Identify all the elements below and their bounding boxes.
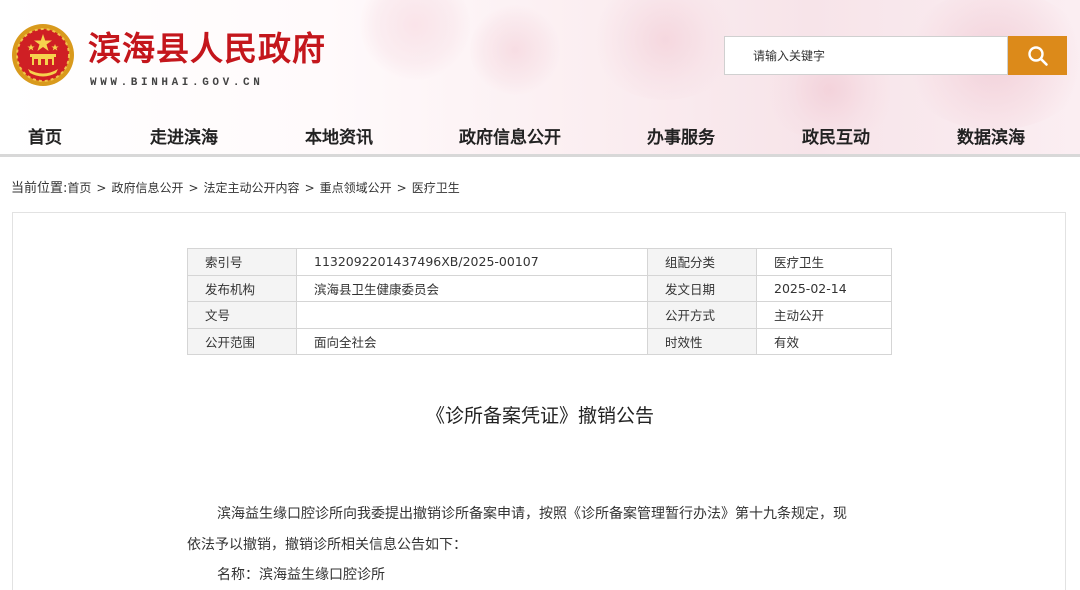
meta-value-date: 2025-02-14 [756,274,892,302]
meta-value-validity: 有效 [756,327,892,355]
breadcrumb-item-gov-info[interactable]: 政府信息公开 [111,181,183,195]
breadcrumb: 当前位置:首页 > 政府信息公开 > 法定主动公开内容 > 重点领域公开 > 医疗卫生 [11,177,460,196]
table-row: 索引号 1132092201437496XB/2025-00107 组配分类 医… [187,248,892,276]
site-header: 滨海县人民政府 WWW.BINHAI.GOV.CN 首页 走进滨海 本地资讯 政… [0,0,1080,157]
meta-label-doc-number: 文号 [187,301,297,329]
breadcrumb-lead: 当前位置: [11,181,68,196]
site-url: WWW.BINHAI.GOV.CN [90,77,264,89]
national-emblem-icon [12,24,74,86]
meta-label-date: 发文日期 [647,274,757,302]
meta-value-category: 医疗卫生 [756,248,892,276]
article-clinic-name: 名称：滨海益生缘口腔诊所 [217,567,385,583]
nav-item-gov-info[interactable]: 政府信息公开 [459,123,561,148]
article-paragraph: 滨海益生缘口腔诊所向我委提出撤销诊所备案申请，按照《诊所备案管理暂行办法》第十九… [217,506,847,522]
document-meta-table: 索引号 1132092201437496XB/2025-00107 组配分类 医… [187,248,892,355]
meta-label-category: 组配分类 [647,248,757,276]
nav-item-about[interactable]: 走进滨海 [150,123,218,148]
blossom-decoration [590,0,740,100]
search-icon [1027,45,1048,66]
article-title: 《诊所备案凭证》撤销公告 [425,405,654,427]
search-button[interactable] [1008,36,1067,75]
meta-value-disclosure-method: 主动公开 [756,301,892,329]
breadcrumb-item-medical[interactable]: 医疗卫生 [412,181,460,195]
nav-item-home[interactable]: 首页 [28,123,62,148]
breadcrumb-separator: > [304,181,315,195]
main-nav: 首页 走进滨海 本地资讯 政府信息公开 办事服务 政民互动 数据滨海 [0,114,1080,154]
site-title[interactable]: 滨海县人民政府 [88,22,326,70]
nav-item-interact[interactable]: 政民互动 [802,123,870,148]
meta-label-disclosure-method: 公开方式 [647,301,757,329]
meta-value-scope: 面向全社会 [296,327,648,355]
breadcrumb-item-statutory[interactable]: 法定主动公开内容 [204,181,300,195]
blossom-decoration [470,5,560,95]
nav-item-services[interactable]: 办事服务 [647,123,715,148]
table-row: 发布机构 滨海县卫生健康委员会 发文日期 2025-02-14 [187,274,892,302]
breadcrumb-item-home[interactable]: 首页 [67,181,91,195]
table-row: 文号 公开方式 主动公开 [187,301,892,329]
breadcrumb-separator: > [188,181,199,195]
meta-label-publisher: 发布机构 [187,274,297,302]
search-input[interactable] [724,36,1008,75]
nav-item-news[interactable]: 本地资讯 [305,123,373,148]
meta-value-doc-number [296,301,648,329]
meta-label-scope: 公开范围 [187,327,297,355]
breadcrumb-separator: > [96,181,107,195]
table-row: 公开范围 面向全社会 时效性 有效 [187,327,892,355]
breadcrumb-item-key-areas[interactable]: 重点领域公开 [320,181,392,195]
nav-item-data[interactable]: 数据滨海 [957,123,1025,148]
meta-value-publisher: 滨海县卫生健康委员会 [296,274,648,302]
article-paragraph-continued: 依法予以撤销，撤销诊所相关信息公告如下： [187,537,467,553]
meta-value-index: 1132092201437496XB/2025-00107 [296,248,648,276]
blossom-decoration [360,0,470,80]
meta-label-validity: 时效性 [647,327,757,355]
breadcrumb-separator: > [396,181,407,195]
meta-label-index: 索引号 [187,248,297,276]
